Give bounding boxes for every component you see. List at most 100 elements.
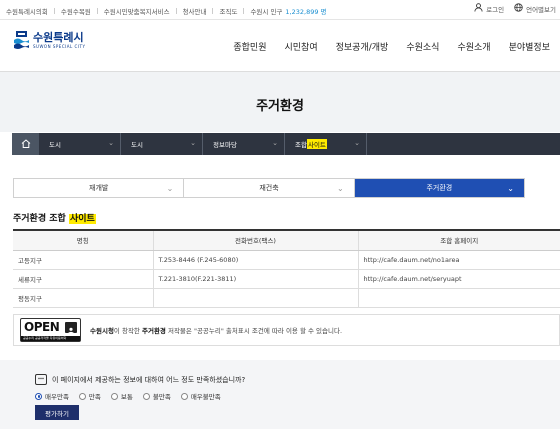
survey-options: 매우만족 만족 보통 불만족 매우불만족 — [35, 391, 231, 401]
tab-label: 주거환경 — [426, 184, 453, 192]
divider — [96, 8, 98, 14]
table-row: 평동지구 — [13, 288, 560, 308]
nav-item-civil-service[interactable]: 종합민원 — [233, 40, 266, 53]
cell-homepage-link[interactable]: http://cafe.daum.net/seryuapt — [358, 269, 560, 289]
chevron-down-icon: ⌄ — [166, 183, 174, 193]
breadcrumb-label: 조합 — [295, 141, 307, 149]
license-text-mid: 이 창작한 — [113, 327, 142, 335]
site-logo[interactable]: 수원특례시 SUWON SPECIAL CITY — [14, 31, 85, 50]
breadcrumb-label: 정보마당 — [213, 141, 237, 149]
kogl-strip-text: 공공누리 공공저작물 자유이용허락 — [21, 336, 80, 341]
option-label: 매우만족 — [45, 393, 69, 401]
option-label: 만족 — [88, 393, 101, 401]
chevron-down-icon: ⌄ — [272, 139, 278, 147]
cell-name: 평동지구 — [13, 288, 154, 308]
chevron-down-icon: ⌄ — [336, 183, 344, 193]
chevron-down-icon: ⌄ — [507, 183, 514, 193]
cell-homepage-link[interactable]: http://cafe.daum.net/no1area — [358, 250, 560, 270]
radio[interactable] — [110, 392, 118, 400]
tab-residential-environment[interactable]: 주거환경 ⌄ — [354, 179, 524, 197]
survey-option-satisfied[interactable]: 만족 — [78, 391, 101, 401]
search-highlight: 사이트 — [68, 214, 96, 224]
cell-phone: T.253-8446 (F.245-6080) — [153, 250, 359, 270]
chevron-down-icon: ⌄ — [354, 139, 360, 147]
breadcrumb-item-4[interactable]: 조합 사이트 ⌄ — [285, 133, 367, 155]
breadcrumb-item-2[interactable]: 도시 ⌄ — [121, 133, 203, 155]
tab-redevelopment[interactable]: 재개발 ⌄ — [14, 179, 185, 197]
city-emblem-icon — [14, 31, 29, 50]
survey-option-dissatisfied[interactable]: 불만족 — [142, 391, 171, 401]
chevron-down-icon: ⌄ — [108, 139, 114, 147]
breadcrumb-home[interactable] — [12, 133, 39, 155]
survey-option-neutral[interactable]: 보통 — [110, 391, 133, 401]
license-org: 수원시청 — [90, 327, 114, 335]
breadcrumb-item-1[interactable]: 도시 ⌄ — [39, 133, 121, 155]
column-header-name: 명칭 — [13, 230, 154, 251]
cell-name: 세류지구 — [13, 269, 154, 289]
top-link-welfare[interactable]: 수원시민맞춤복지서비스 — [104, 6, 170, 16]
section-title: 주거환경 조합 사이트 — [13, 211, 96, 224]
table-row: 고등지구 T.253-8446 (F.245-6080) http://cafe… — [13, 250, 560, 270]
top-links: 수원특례시의회 수원수목원 수원시민맞춤복지서비스 청사안내 조직도 수원시 인… — [6, 6, 327, 16]
license-work: 주거환경 — [141, 327, 166, 335]
sub-tabs: 재개발 ⌄ 재건축 ⌄ 주거환경 ⌄ — [13, 178, 525, 198]
language-link[interactable]: 언어별보기 — [514, 3, 556, 14]
top-utility-bar: 수원특례시의회 수원수목원 수원시민맞춤복지서비스 청사안내 조직도 수원시 인… — [0, 0, 560, 20]
license-text-rest: 저작물은 "공공누리" 출처표시 조건에 따라 이용 할 수 있습니다. — [165, 327, 343, 335]
tab-reconstruction[interactable]: 재건축 ⌄ — [184, 179, 355, 197]
association-table: 명칭 전화번호(팩스) 조합 홈페이지 고등지구 T.253-8446 (F.2… — [13, 229, 560, 308]
radio[interactable] — [78, 392, 86, 400]
main-navigation: 종합민원 시민참여 정보공개/개방 수원소식 수원소개 분야별정보 — [215, 40, 550, 53]
top-link-council[interactable]: 수원특례시의회 — [6, 6, 48, 16]
login-link[interactable]: 로그인 — [474, 3, 504, 14]
option-label: 불만족 — [152, 393, 171, 401]
chevron-down-icon: ⌄ — [190, 139, 196, 147]
survey-option-very-satisfied[interactable]: 매우만족 — [35, 391, 69, 401]
table-header-row: 명칭 전화번호(팩스) 조합 홈페이지 — [13, 230, 560, 251]
kogl-open-text: OPEN — [24, 320, 60, 334]
breadcrumb-label: 도시 — [131, 141, 143, 149]
option-label: 매우불만족 — [190, 393, 221, 401]
nav-item-information[interactable]: 정보공개/개방 — [336, 40, 389, 53]
population-value: 1,232,899 명 — [285, 8, 327, 16]
chat-bubble-icon — [35, 374, 47, 385]
top-link-organization[interactable]: 조직도 — [219, 6, 237, 16]
survey-option-very-dissatisfied[interactable]: 매우불만족 — [180, 391, 221, 401]
tab-label: 재개발 — [89, 184, 109, 192]
radio[interactable] — [180, 392, 188, 400]
nav-item-about[interactable]: 수원소개 — [457, 40, 490, 53]
divider — [243, 8, 245, 14]
breadcrumb-label: 도시 — [49, 141, 61, 149]
radio[interactable] — [142, 392, 150, 400]
logo-subtext: SUWON SPECIAL CITY — [33, 44, 86, 49]
satisfaction-survey: 이 페이지에서 제공하는 정보에 대하여 어느 정도 만족하셨습니까? 매우만족… — [0, 360, 560, 429]
kogl-license-logo: OPEN 공공누리 공공저작물 자유이용허락 — [20, 318, 81, 342]
top-link-arboretum[interactable]: 수원수목원 — [61, 6, 91, 16]
cell-name: 고등지구 — [13, 250, 154, 270]
column-header-phone: 전화번호(팩스) — [153, 230, 359, 251]
page-title: 주거환경 — [256, 99, 304, 114]
divider — [175, 8, 177, 14]
table-row: 세류지구 T.221-3810(F.221-3811) http://cafe.… — [13, 269, 560, 289]
nav-item-by-field[interactable]: 분야별정보 — [509, 40, 550, 53]
license-text: 수원시청이 창작한 주거환경 저작물은 "공공누리" 출처표시 조건에 따라 이… — [90, 325, 342, 335]
option-label: 보통 — [120, 393, 133, 401]
login-label: 로그인 — [486, 5, 505, 14]
top-link-cityhall-guide[interactable]: 청사안내 — [183, 6, 207, 16]
survey-question: 이 페이지에서 제공하는 정보에 대하여 어느 정도 만족하셨습니까? — [35, 374, 245, 385]
nav-item-news[interactable]: 수원소식 — [406, 40, 439, 53]
breadcrumb: 도시 ⌄ 도시 ⌄ 정보마당 ⌄ 조합 사이트 ⌄ — [12, 133, 560, 155]
breadcrumb-item-3[interactable]: 정보마당 ⌄ — [203, 133, 285, 155]
population-label: 수원시 인구 — [250, 8, 283, 16]
open-license-box: OPEN 공공누리 공공저작물 자유이용허락 수원시청이 창작한 주거환경 저작… — [13, 314, 560, 346]
search-highlight: 사이트 — [306, 139, 327, 149]
section-title-text: 주거환경 조합 — [13, 214, 66, 224]
page-title-band: 주거환경 — [0, 72, 560, 132]
divider — [53, 8, 55, 14]
divider — [212, 8, 214, 14]
survey-question-text: 이 페이지에서 제공하는 정보에 대하여 어느 정도 만족하셨습니까? — [52, 375, 246, 384]
logo-text: 수원특례시 — [33, 31, 84, 44]
submit-rating-button[interactable]: 평가하기 — [35, 405, 79, 420]
radio-selected[interactable] — [35, 392, 42, 400]
nav-item-participation[interactable]: 시민참여 — [285, 40, 318, 53]
